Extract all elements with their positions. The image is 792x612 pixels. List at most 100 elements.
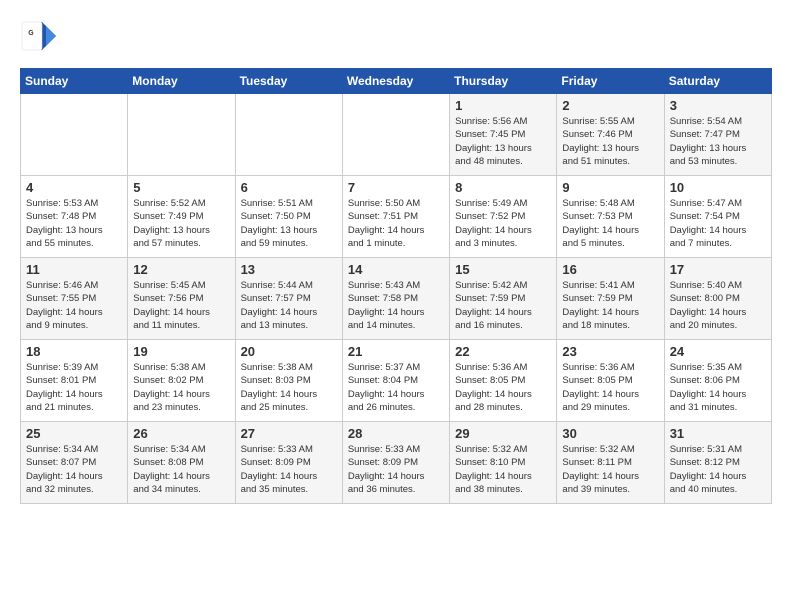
day-number: 4 xyxy=(26,180,122,195)
day-info: Sunrise: 5:39 AM Sunset: 8:01 PM Dayligh… xyxy=(26,361,122,414)
day-number: 20 xyxy=(241,344,337,359)
col-header-thursday: Thursday xyxy=(450,69,557,94)
day-info: Sunrise: 5:34 AM Sunset: 8:08 PM Dayligh… xyxy=(133,443,229,496)
col-header-wednesday: Wednesday xyxy=(342,69,449,94)
day-info: Sunrise: 5:51 AM Sunset: 7:50 PM Dayligh… xyxy=(241,197,337,250)
week-row-4: 18 Sunrise: 5:39 AM Sunset: 8:01 PM Dayli… xyxy=(21,340,772,422)
day-info: Sunrise: 5:38 AM Sunset: 8:03 PM Dayligh… xyxy=(241,361,337,414)
day-number: 10 xyxy=(670,180,766,195)
day-cell: 25Sunrise: 5:34 AM Sunset: 8:07 PM Dayli… xyxy=(21,422,128,504)
day-number: 3 xyxy=(670,98,766,113)
day-cell: 9 Sunrise: 5:48 AM Sunset: 7:53 PM Daylig… xyxy=(557,176,664,258)
col-header-saturday: Saturday xyxy=(664,69,771,94)
day-cell: 26 Sunrise: 5:34 AM Sunset: 8:08 PM Dayli… xyxy=(128,422,235,504)
week-row-2: 4 Sunrise: 5:53 AM Sunset: 7:48 PM Daylig… xyxy=(21,176,772,258)
day-cell: 31 Sunrise: 5:31 AM Sunset: 8:12 PM Dayli… xyxy=(664,422,771,504)
day-cell: 29 Sunrise: 5:32 AM Sunset: 8:10 PM Dayli… xyxy=(450,422,557,504)
day-cell xyxy=(342,94,449,176)
logo-icon: G xyxy=(20,18,56,54)
svg-text:G: G xyxy=(28,30,34,37)
logo: G xyxy=(20,18,60,54)
week-row-3: 11 Sunrise: 5:46 AM Sunset: 7:55 PM Dayli… xyxy=(21,258,772,340)
day-cell: 24 Sunrise: 5:35 AM Sunset: 8:06 PM Dayli… xyxy=(664,340,771,422)
day-cell xyxy=(21,94,128,176)
day-cell: 7 Sunrise: 5:50 AM Sunset: 7:51 PM Daylig… xyxy=(342,176,449,258)
day-info: Sunrise: 5:36 AM Sunset: 8:05 PM Dayligh… xyxy=(455,361,551,414)
day-cell: 12 Sunrise: 5:45 AM Sunset: 7:56 PM Dayli… xyxy=(128,258,235,340)
day-cell: 13 Sunrise: 5:44 AM Sunset: 7:57 PM Dayli… xyxy=(235,258,342,340)
day-cell: 8Sunrise: 5:49 AM Sunset: 7:52 PM Daylig… xyxy=(450,176,557,258)
day-cell: 16Sunrise: 5:41 AM Sunset: 7:59 PM Dayli… xyxy=(557,258,664,340)
calendar-table: SundayMondayTuesdayWednesdayThursdayFrid… xyxy=(20,68,772,504)
col-header-sunday: Sunday xyxy=(21,69,128,94)
day-number: 28 xyxy=(348,426,444,441)
day-info: Sunrise: 5:38 AM Sunset: 8:02 PM Dayligh… xyxy=(133,361,229,414)
col-header-friday: Friday xyxy=(557,69,664,94)
day-cell: 3 Sunrise: 5:54 AM Sunset: 7:47 PM Daylig… xyxy=(664,94,771,176)
day-cell: 27Sunrise: 5:33 AM Sunset: 8:09 PM Dayli… xyxy=(235,422,342,504)
day-number: 13 xyxy=(241,262,337,277)
day-number: 21 xyxy=(348,344,444,359)
day-cell: 11 Sunrise: 5:46 AM Sunset: 7:55 PM Dayli… xyxy=(21,258,128,340)
day-number: 14 xyxy=(348,262,444,277)
day-cell: 20 Sunrise: 5:38 AM Sunset: 8:03 PM Dayli… xyxy=(235,340,342,422)
day-number: 2 xyxy=(562,98,658,113)
day-info: Sunrise: 5:43 AM Sunset: 7:58 PM Dayligh… xyxy=(348,279,444,332)
day-number: 6 xyxy=(241,180,337,195)
day-info: Sunrise: 5:49 AM Sunset: 7:52 PM Dayligh… xyxy=(455,197,551,250)
day-number: 7 xyxy=(348,180,444,195)
day-info: Sunrise: 5:48 AM Sunset: 7:53 PM Dayligh… xyxy=(562,197,658,250)
day-cell xyxy=(128,94,235,176)
day-info: Sunrise: 5:32 AM Sunset: 8:11 PM Dayligh… xyxy=(562,443,658,496)
day-cell: 18 Sunrise: 5:39 AM Sunset: 8:01 PM Dayli… xyxy=(21,340,128,422)
day-info: Sunrise: 5:32 AM Sunset: 8:10 PM Dayligh… xyxy=(455,443,551,496)
day-info: Sunrise: 5:54 AM Sunset: 7:47 PM Dayligh… xyxy=(670,115,766,168)
day-info: Sunrise: 5:47 AM Sunset: 7:54 PM Dayligh… xyxy=(670,197,766,250)
day-number: 9 xyxy=(562,180,658,195)
day-cell: 22 Sunrise: 5:36 AM Sunset: 8:05 PM Dayli… xyxy=(450,340,557,422)
day-number: 5 xyxy=(133,180,229,195)
day-info: Sunrise: 5:56 AM Sunset: 7:45 PM Dayligh… xyxy=(455,115,551,168)
day-cell: 1 Sunrise: 5:56 AM Sunset: 7:45 PM Daylig… xyxy=(450,94,557,176)
day-info: Sunrise: 5:41 AM Sunset: 7:59 PM Dayligh… xyxy=(562,279,658,332)
day-cell: 17 Sunrise: 5:40 AM Sunset: 8:00 PM Dayli… xyxy=(664,258,771,340)
day-cell: 5 Sunrise: 5:52 AM Sunset: 7:49 PM Daylig… xyxy=(128,176,235,258)
day-number: 17 xyxy=(670,262,766,277)
day-info: Sunrise: 5:40 AM Sunset: 8:00 PM Dayligh… xyxy=(670,279,766,332)
week-row-5: 25Sunrise: 5:34 AM Sunset: 8:07 PM Dayli… xyxy=(21,422,772,504)
day-info: Sunrise: 5:52 AM Sunset: 7:49 PM Dayligh… xyxy=(133,197,229,250)
day-number: 18 xyxy=(26,344,122,359)
day-cell: 15 Sunrise: 5:42 AM Sunset: 7:59 PM Dayli… xyxy=(450,258,557,340)
day-info: Sunrise: 5:50 AM Sunset: 7:51 PM Dayligh… xyxy=(348,197,444,250)
day-number: 15 xyxy=(455,262,551,277)
day-number: 12 xyxy=(133,262,229,277)
day-number: 1 xyxy=(455,98,551,113)
day-number: 22 xyxy=(455,344,551,359)
day-info: Sunrise: 5:55 AM Sunset: 7:46 PM Dayligh… xyxy=(562,115,658,168)
day-cell: 23Sunrise: 5:36 AM Sunset: 8:05 PM Dayli… xyxy=(557,340,664,422)
day-number: 31 xyxy=(670,426,766,441)
day-info: Sunrise: 5:33 AM Sunset: 8:09 PM Dayligh… xyxy=(348,443,444,496)
day-info: Sunrise: 5:42 AM Sunset: 7:59 PM Dayligh… xyxy=(455,279,551,332)
day-number: 24 xyxy=(670,344,766,359)
day-number: 26 xyxy=(133,426,229,441)
day-number: 27 xyxy=(241,426,337,441)
day-cell: 30 Sunrise: 5:32 AM Sunset: 8:11 PM Dayli… xyxy=(557,422,664,504)
day-cell: 4 Sunrise: 5:53 AM Sunset: 7:48 PM Daylig… xyxy=(21,176,128,258)
col-header-monday: Monday xyxy=(128,69,235,94)
day-number: 11 xyxy=(26,262,122,277)
day-info: Sunrise: 5:44 AM Sunset: 7:57 PM Dayligh… xyxy=(241,279,337,332)
day-info: Sunrise: 5:36 AM Sunset: 8:05 PM Dayligh… xyxy=(562,361,658,414)
day-info: Sunrise: 5:46 AM Sunset: 7:55 PM Dayligh… xyxy=(26,279,122,332)
day-info: Sunrise: 5:34 AM Sunset: 8:07 PM Dayligh… xyxy=(26,443,122,496)
day-info: Sunrise: 5:31 AM Sunset: 8:12 PM Dayligh… xyxy=(670,443,766,496)
day-info: Sunrise: 5:35 AM Sunset: 8:06 PM Dayligh… xyxy=(670,361,766,414)
day-number: 30 xyxy=(562,426,658,441)
header-row: SundayMondayTuesdayWednesdayThursdayFrid… xyxy=(21,69,772,94)
day-cell: 10 Sunrise: 5:47 AM Sunset: 7:54 PM Dayli… xyxy=(664,176,771,258)
day-cell: 6 Sunrise: 5:51 AM Sunset: 7:50 PM Daylig… xyxy=(235,176,342,258)
day-info: Sunrise: 5:45 AM Sunset: 7:56 PM Dayligh… xyxy=(133,279,229,332)
day-info: Sunrise: 5:53 AM Sunset: 7:48 PM Dayligh… xyxy=(26,197,122,250)
day-number: 29 xyxy=(455,426,551,441)
page: G SundayMondayTuesdayWednesdayThursdayFr… xyxy=(0,0,792,522)
